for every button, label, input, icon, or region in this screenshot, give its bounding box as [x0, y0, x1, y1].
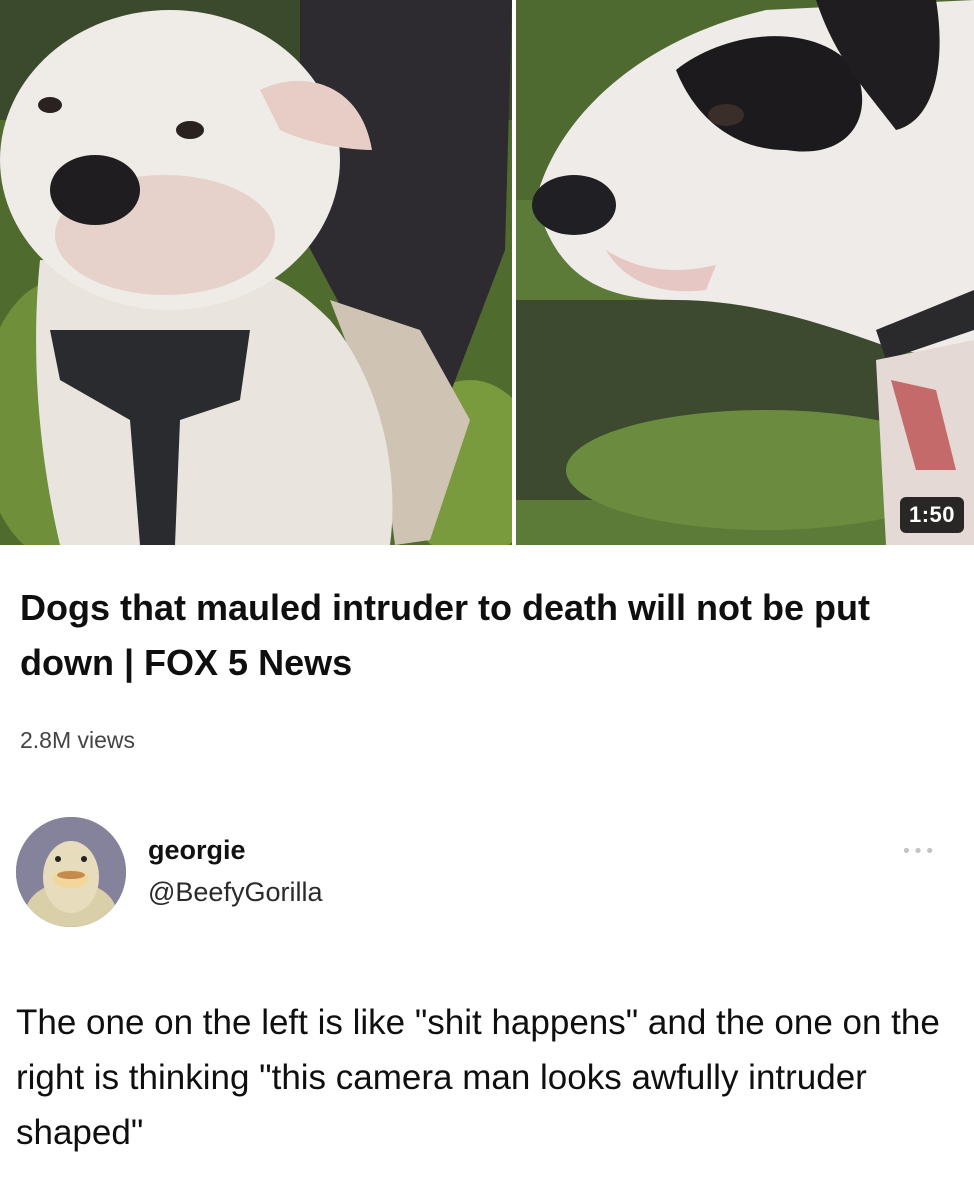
- dog-photo-left-icon: [0, 0, 512, 545]
- user-handle[interactable]: @BeefyGorilla: [148, 877, 322, 908]
- right-dog-image: [516, 0, 974, 545]
- view-count: 2.8M views: [20, 727, 136, 753]
- avatar[interactable]: [16, 817, 126, 927]
- ellipsis-icon[interactable]: •••: [901, 841, 936, 862]
- left-dog-image: [0, 0, 512, 545]
- display-name[interactable]: georgie: [148, 835, 246, 866]
- video-duration-badge: 1:50: [899, 497, 964, 533]
- duck-avatar-icon: [16, 817, 126, 927]
- video-thumbnail[interactable]: 1:50: [0, 0, 974, 545]
- tweet-text: The one on the left is like "shit happen…: [16, 1003, 940, 1152]
- dog-photo-right-icon: [516, 0, 974, 545]
- video-title[interactable]: Dogs that mauled intruder to death will …: [20, 580, 950, 690]
- tweet-header: georgie @BeefyGorilla •••: [16, 815, 956, 930]
